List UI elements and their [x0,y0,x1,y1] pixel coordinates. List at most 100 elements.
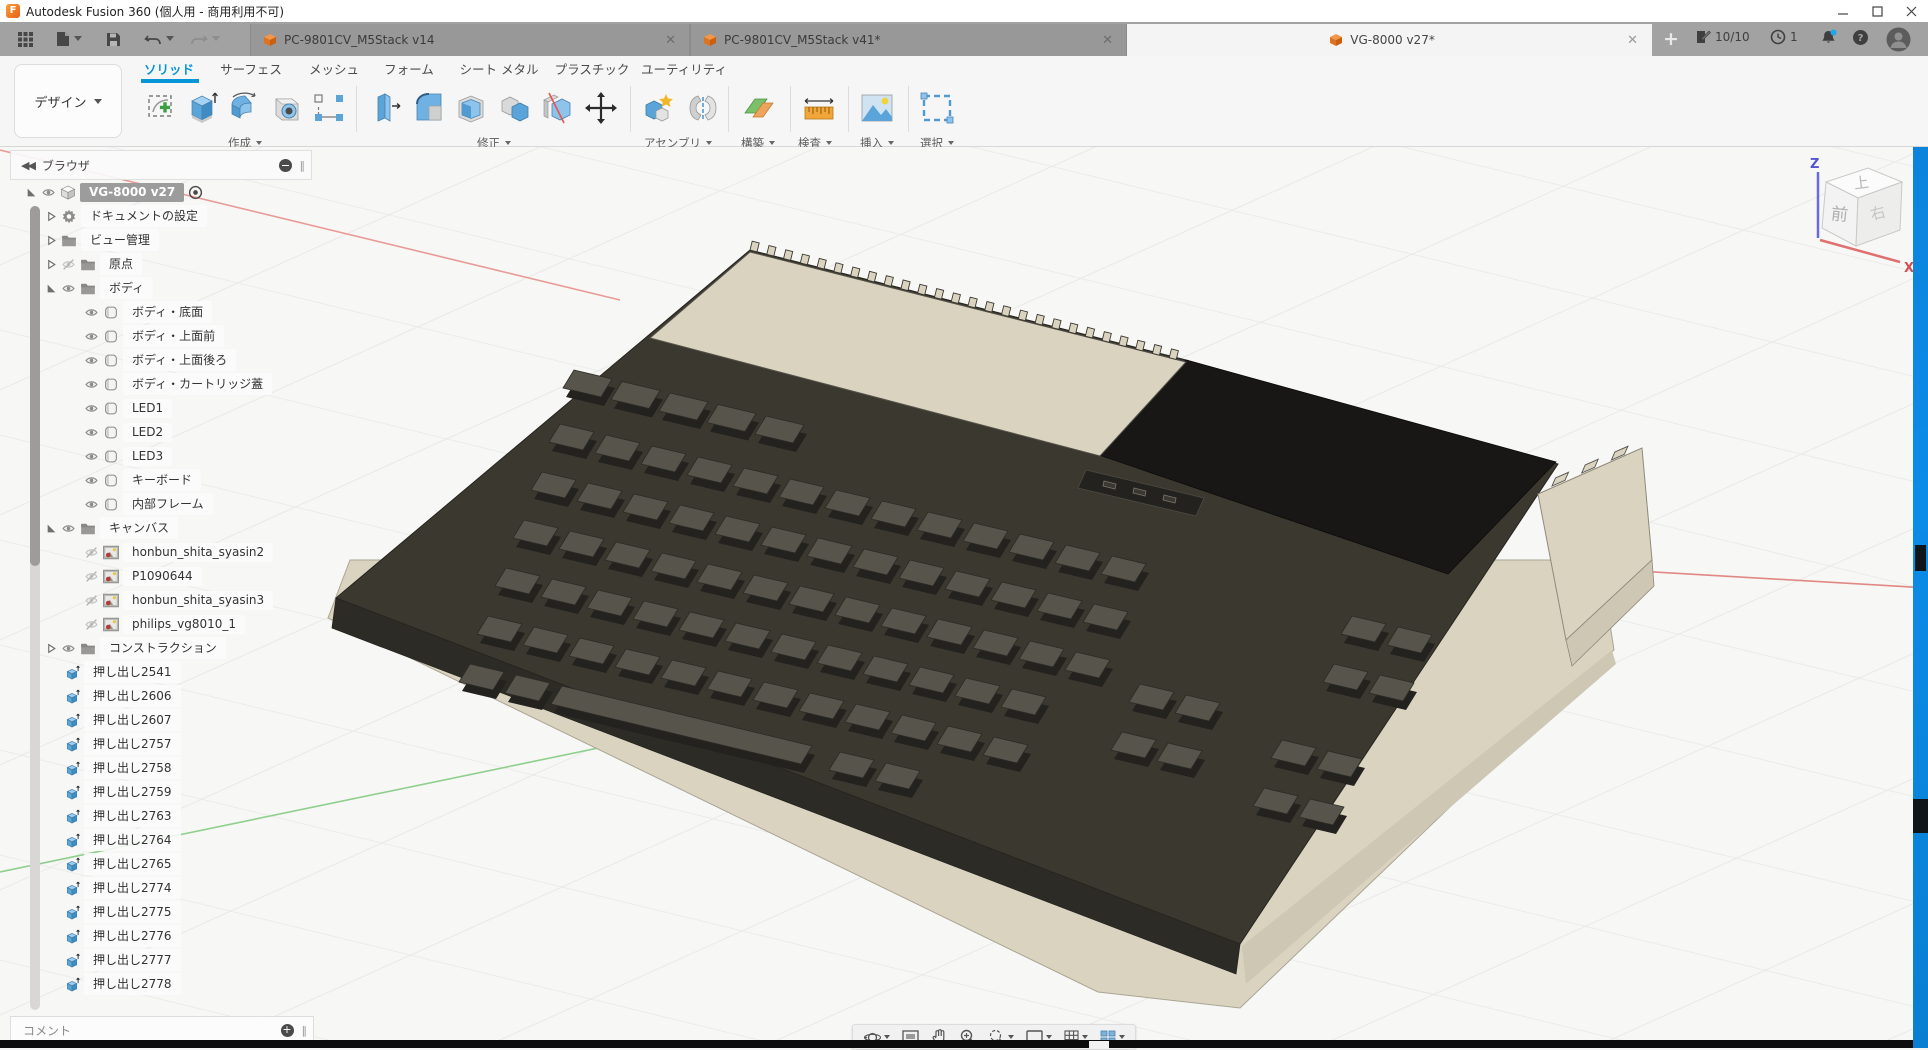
tree-item[interactable]: LED2 [10,420,312,444]
app-grid-icon[interactable] [14,28,36,50]
feature-item[interactable]: 押し出し2778 [10,972,312,996]
split-body-icon[interactable] [538,86,576,130]
revolve-icon[interactable] [226,86,264,130]
feature-item[interactable]: 押し出し2777 [10,948,312,972]
feature-item[interactable]: 押し出し2776 [10,924,312,948]
measure-icon[interactable] [800,86,838,130]
feature-item[interactable]: 押し出し2758 [10,756,312,780]
select-icon[interactable] [918,86,956,130]
visibility-eye-icon[interactable] [84,330,99,343]
tree-item[interactable]: honbun_shita_syasin3 [10,588,312,612]
feature-item[interactable]: 押し出し2757 [10,732,312,756]
redo-menu-caret[interactable] [212,36,220,41]
visibility-eye-icon[interactable] [41,186,56,199]
tree-item[interactable]: 原点 [10,252,312,276]
tree-item[interactable]: P1090644 [10,564,312,588]
redo-icon[interactable] [188,28,210,50]
maximize-button[interactable] [1860,0,1894,22]
tree-item[interactable]: ボディ・底面 [10,300,312,324]
browser-scrollbar[interactable] [30,206,40,1010]
expand-arrow-icon[interactable] [26,187,37,198]
tree-item[interactable]: キャンバス [10,516,312,540]
feature-item[interactable]: 押し出し2763 [10,804,312,828]
job-status-button[interactable]: 10/10 [1695,29,1750,45]
workspace-selector[interactable]: デザイン [14,64,122,138]
tree-item[interactable]: ボディ・上面前 [10,324,312,348]
pattern-icon[interactable] [310,86,348,130]
insert-canvas-icon[interactable] [858,86,896,130]
close-tab-icon[interactable]: ✕ [1099,33,1116,48]
undo-icon[interactable] [142,28,164,50]
collapse-panel-icon[interactable]: ◀◀ [21,159,34,172]
visibility-eye-icon[interactable] [84,546,99,559]
visibility-eye-icon[interactable] [84,306,99,319]
expand-arrow-icon[interactable] [46,259,57,270]
expand-arrow-icon[interactable] [46,523,57,534]
create-sketch-icon[interactable] [144,86,182,130]
tree-item[interactable]: コンストラクション [10,636,312,660]
minimize-button[interactable] [1826,0,1860,22]
visibility-eye-icon[interactable] [61,642,76,655]
tree-item[interactable]: philips_vg8010_1 [10,612,312,636]
file-menu-caret[interactable] [74,36,82,41]
undo-menu-caret[interactable] [166,36,174,41]
tree-root-component[interactable]: VG-8000 v27 [10,180,312,204]
document-tab-3-active[interactable]: VG-8000 v27* ✕ [1127,24,1652,56]
browser-header[interactable]: ◀◀ ブラウザ ‖ [10,150,312,180]
ribbon-tab-utility[interactable]: ユーティリティ [629,59,739,77]
visibility-eye-icon[interactable] [61,522,76,535]
document-tab-1[interactable]: PC-9801CV_M5Stack v14 ✕ [250,24,690,56]
history-button[interactable]: 1 [1770,29,1798,45]
feature-item[interactable]: 押し出し2606 [10,684,312,708]
visibility-eye-icon[interactable] [84,618,99,631]
close-tab-icon[interactable]: ✕ [662,33,679,48]
visibility-eye-icon[interactable] [84,450,99,463]
visibility-eye-icon[interactable] [61,258,76,271]
file-new-icon[interactable] [52,28,74,50]
press-pull-icon[interactable] [368,86,406,130]
browser-scrollbar-thumb[interactable] [30,206,40,566]
panel-options-icon[interactable] [279,159,292,172]
visibility-eye-icon[interactable] [84,354,99,367]
new-component-icon[interactable] [640,86,678,130]
expand-arrow-icon[interactable] [46,643,57,654]
tree-item[interactable]: LED1 [10,396,312,420]
hole-icon[interactable] [268,86,306,130]
tree-item[interactable]: ボディ [10,276,312,300]
combine-icon[interactable] [496,86,534,130]
visibility-eye-icon[interactable] [84,402,99,415]
visibility-eye-icon[interactable] [84,498,99,511]
tree-item[interactable]: ボディ・上面後ろ [10,348,312,372]
fillet-icon[interactable] [410,86,448,130]
feature-item[interactable]: 押し出し2607 [10,708,312,732]
construction-plane-icon[interactable] [740,86,778,130]
shell-icon[interactable] [452,86,490,130]
add-tab-button[interactable]: + [1660,30,1682,50]
expand-arrow-icon[interactable] [46,211,57,222]
tree-item[interactable]: honbun_shita_syasin2 [10,540,312,564]
extrude-icon[interactable] [184,86,222,130]
tree-item[interactable]: ドキュメントの設定 [10,204,312,228]
feature-item[interactable]: 押し出し2775 [10,900,312,924]
visibility-eye-icon[interactable] [84,474,99,487]
tree-item[interactable]: LED3 [10,444,312,468]
expand-arrow-icon[interactable] [46,283,57,294]
tree-item[interactable]: 内部フレーム [10,492,312,516]
tree-item[interactable]: ボディ・カートリッジ蓋 [10,372,312,396]
feature-item[interactable]: 押し出し2774 [10,876,312,900]
add-comment-icon[interactable]: + [281,1024,294,1037]
account-button[interactable] [1886,27,1911,52]
tree-item[interactable]: ビュー管理 [10,228,312,252]
document-tab-2[interactable]: PC-9801CV_M5Stack v41* ✕ [690,24,1127,56]
move-copy-icon[interactable] [582,86,620,130]
visibility-eye-icon[interactable] [84,378,99,391]
feature-item[interactable]: 押し出し2759 [10,780,312,804]
panel-grip-icon[interactable]: ‖ [300,159,306,172]
notifications-button[interactable] [1820,29,1837,46]
feature-item[interactable]: 押し出し2764 [10,828,312,852]
visibility-eye-icon[interactable] [84,570,99,583]
comment-grip-icon[interactable]: ‖ [302,1024,308,1037]
activate-radio-icon[interactable] [188,185,203,200]
tree-item[interactable]: キーボード [10,468,312,492]
close-button[interactable] [1894,0,1928,22]
